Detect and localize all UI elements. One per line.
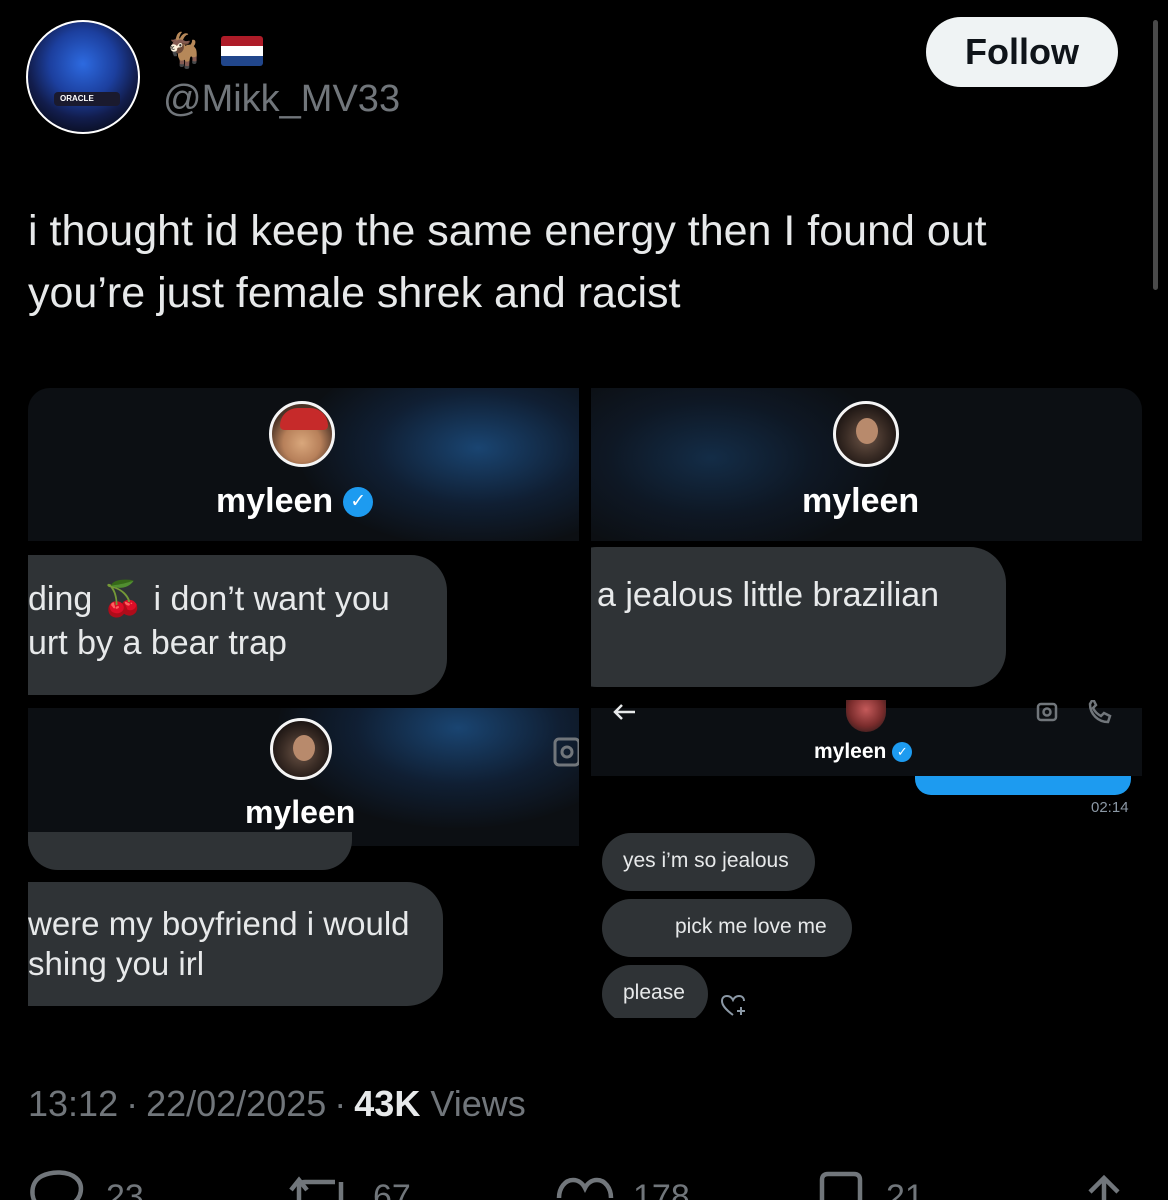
message-bubble-partial bbox=[28, 832, 352, 870]
contact-avatar bbox=[833, 401, 899, 467]
netherlands-flag-icon bbox=[221, 36, 264, 66]
like-count: 178 bbox=[633, 1178, 690, 1200]
verified-badge-icon: ✓ bbox=[343, 486, 374, 517]
tweet-text: i thought id keep the same energy then I… bbox=[28, 207, 987, 317]
message-timestamp: 02:14 bbox=[1091, 799, 1129, 816]
message-line: a jealous little brazilian bbox=[597, 576, 940, 614]
video-call-icon[interactable] bbox=[1036, 702, 1064, 727]
message-line: yes i’m so jealous bbox=[623, 849, 789, 872]
contact-name: myleen ✓ bbox=[216, 482, 374, 521]
message-line: urt by a bear trap bbox=[28, 624, 287, 662]
message-line: please bbox=[623, 981, 685, 1004]
tweet-date[interactable]: 22/02/2025 bbox=[146, 1083, 326, 1125]
meta-separator: · bbox=[334, 1083, 347, 1124]
repost-count: 67 bbox=[373, 1178, 411, 1200]
bookmark-count: 21 bbox=[886, 1178, 924, 1200]
screenshot-bottom-right: myleen ✓ 02:14 yes i’m so jealous pick m… bbox=[591, 700, 1142, 1018]
contact-avatar bbox=[269, 401, 335, 467]
contact-name: myleen ✓ bbox=[814, 740, 913, 764]
heart-icon bbox=[556, 1177, 614, 1199]
message-line: shing you irl bbox=[28, 945, 205, 982]
author-avatar[interactable]: ORACLE bbox=[26, 20, 140, 134]
repost-icon bbox=[289, 1176, 344, 1200]
reply-icon bbox=[30, 1170, 84, 1200]
scrollbar[interactable] bbox=[1153, 20, 1158, 290]
camera-icon bbox=[553, 735, 581, 772]
share-button[interactable] bbox=[1082, 1168, 1126, 1200]
sent-message-bubble bbox=[915, 776, 1131, 795]
message-line: were my boyfriend i would bbox=[28, 905, 410, 942]
helmet-logo-text: ORACLE bbox=[60, 94, 94, 103]
message-bubble: please bbox=[602, 965, 708, 1018]
bookmark-button[interactable]: 21 bbox=[818, 1168, 924, 1200]
reply-button[interactable]: 23 bbox=[28, 1168, 144, 1200]
message-line: pick me love me bbox=[675, 915, 827, 938]
views-count: 43K bbox=[354, 1083, 421, 1124]
tweet-meta: 13:12 · 22/02/2025 · 43K Views bbox=[28, 1083, 526, 1125]
message-bubble: yes i’m so jealous bbox=[602, 833, 815, 891]
back-arrow-icon[interactable] bbox=[611, 702, 637, 727]
contact-name: myleen bbox=[245, 794, 356, 830]
screenshot-top-right: myleen a jealous little brazilian bbox=[591, 388, 1142, 696]
contact-name: myleen bbox=[802, 482, 920, 520]
bookmark-icon bbox=[819, 1171, 863, 1200]
display-name-emoji[interactable]: 🐐 bbox=[163, 32, 264, 70]
author-handle[interactable]: @Mikk_MV33 bbox=[163, 78, 400, 121]
screenshot-bottom-left: myleen were my boyfriend i would shing y… bbox=[28, 708, 579, 1008]
repost-button[interactable]: 67 bbox=[285, 1168, 411, 1200]
share-icon bbox=[1088, 1174, 1120, 1200]
goat-emoji-icon: 🐐 bbox=[163, 32, 206, 70]
message-bubble: pick me love me bbox=[602, 899, 852, 957]
contact-avatar bbox=[270, 718, 332, 780]
reply-count: 23 bbox=[106, 1178, 144, 1200]
message-line: ding 🍒 i don’t want you bbox=[28, 580, 390, 618]
action-bar: 23 67 178 21 bbox=[0, 1168, 1168, 1200]
screenshot-top-left: myleen ✓ ding 🍒 i don’t want you urt by … bbox=[28, 388, 579, 696]
meta-separator: · bbox=[126, 1083, 139, 1124]
message-bubble: ding 🍒 i don’t want you urt by a bear tr… bbox=[28, 555, 447, 695]
message-bubble: were my boyfriend i would shing you irl bbox=[28, 882, 443, 1006]
like-button[interactable]: 178 bbox=[555, 1168, 690, 1200]
follow-button[interactable]: Follow bbox=[926, 17, 1118, 87]
views-label: Views bbox=[430, 1083, 526, 1124]
message-bubble: a jealous little brazilian bbox=[591, 547, 1006, 687]
verified-badge-icon: ✓ bbox=[892, 742, 913, 762]
tweet-time[interactable]: 13:12 bbox=[28, 1083, 118, 1125]
phone-icon[interactable] bbox=[1086, 700, 1114, 729]
react-heart-icon[interactable] bbox=[720, 994, 749, 1018]
